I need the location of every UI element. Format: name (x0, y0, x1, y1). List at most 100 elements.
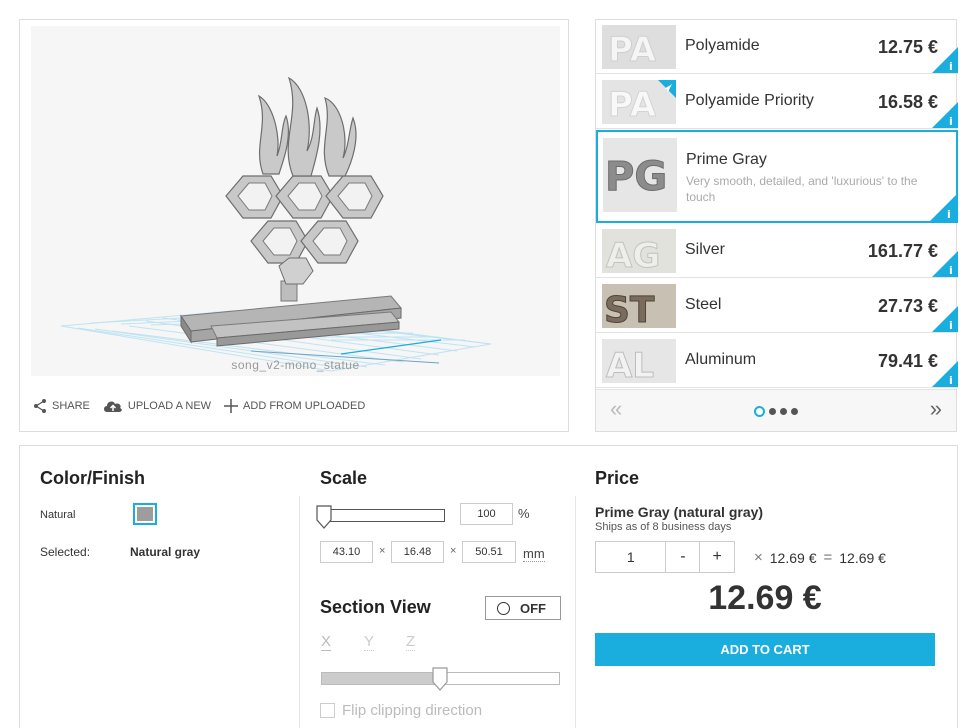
info-icon: i (932, 102, 958, 128)
material-item-silver[interactable]: AG Silver 161.77 € i (596, 224, 958, 278)
model-viewer-panel: song_v2-mono_statue SHARE UPLOAD A NEW A… (19, 19, 569, 432)
info-button[interactable]: i (932, 102, 958, 128)
svg-text:i: i (949, 264, 953, 277)
toggle-radio-icon (497, 601, 510, 615)
3d-viewport[interactable]: song_v2-mono_statue (31, 26, 560, 376)
unit-selector[interactable]: mm (523, 546, 545, 562)
material-name: Aluminum (685, 351, 757, 368)
toggle-label: OFF (520, 600, 546, 616)
material-price: 27.73 € (877, 296, 938, 316)
material-pager: « » (596, 389, 956, 431)
upload-new-label: UPLOAD A NEW (127, 400, 212, 412)
times-sign: × (754, 549, 763, 566)
svg-text:i: i (949, 60, 953, 73)
info-button[interactable]: i (932, 306, 958, 332)
prev-page-button[interactable]: « (610, 396, 622, 422)
viewer-actions: SHARE UPLOAD A NEW ADD FROM UPLOADED (32, 398, 377, 414)
quantity-input[interactable]: 1 (596, 542, 667, 572)
price-heading: Price (595, 468, 640, 488)
share-label: SHARE (52, 400, 90, 412)
axis-x-button[interactable]: X (321, 633, 332, 651)
statue-flames (257, 76, 357, 177)
add-from-uploaded-button[interactable]: ADD FROM UPLOADED (223, 398, 365, 414)
svg-text:AL: AL (606, 346, 654, 383)
model-render (60, 76, 492, 372)
scale-slider-handle[interactable] (316, 505, 332, 529)
decrease-quantity-button[interactable]: - (666, 542, 701, 572)
info-button[interactable]: i (932, 47, 958, 73)
increase-quantity-button[interactable]: + (700, 542, 734, 572)
info-button[interactable]: i (932, 361, 958, 387)
svg-text:i: i (949, 374, 953, 387)
times-sign: × (450, 545, 457, 557)
info-button[interactable]: i (932, 251, 958, 277)
column-divider (299, 496, 300, 728)
next-page-button[interactable]: » (930, 396, 942, 422)
material-price: 161.77 € (867, 241, 938, 261)
material-name: Polyamide (685, 37, 760, 54)
line-total: 12.69 € (839, 549, 886, 566)
page-dot-4[interactable] (791, 408, 798, 415)
axis-z-button[interactable]: Z (406, 633, 416, 651)
material-item-steel[interactable]: ST Steel 27.73 € i (596, 279, 958, 333)
page-dots (754, 406, 802, 417)
plus-icon (224, 399, 239, 413)
color-swatch-natural-gray[interactable] (133, 503, 157, 525)
price-calculation: × 12.69 € = 12.69 € (754, 549, 886, 566)
axis-y-button[interactable]: Y (364, 633, 375, 651)
page-dot-1[interactable] (754, 406, 765, 417)
svg-text:i: i (949, 319, 953, 332)
color-finish-heading: Color/Finish (40, 468, 145, 488)
section-view-heading: Section View (320, 597, 431, 617)
svg-text:ST: ST (604, 290, 655, 328)
scale-percent-input[interactable]: 100 (460, 503, 513, 525)
clipping-slider-handle[interactable] (432, 667, 448, 691)
add-to-cart-button[interactable]: ADD TO CART (595, 633, 935, 666)
material-price: 16.58 € (877, 92, 938, 112)
order-config-panel: Color/Finish Natural Selected: Natural g… (19, 445, 958, 728)
material-thumbnail: AG (602, 229, 676, 273)
selected-color-value: Natural gray (130, 545, 201, 559)
info-icon: i (932, 361, 958, 387)
material-list: PA Polyamide 12.75 € i PA Polyamide Prio… (595, 19, 958, 432)
page-dot-3[interactable] (780, 408, 787, 415)
svg-text:PA: PA (608, 85, 657, 124)
page-dot-2[interactable] (769, 408, 776, 415)
flip-clipping-checkbox[interactable] (320, 703, 335, 718)
material-item-aluminum[interactable]: AL Aluminum 79.41 € i (596, 334, 958, 388)
finish-option-label: Natural (40, 509, 76, 521)
total-price: 12.69 € (708, 579, 822, 617)
dimension-x-input[interactable]: 43.10 (320, 541, 373, 563)
statue-base (180, 280, 402, 347)
info-icon: i (932, 306, 958, 332)
material-item-polyamide[interactable]: PA Polyamide 12.75 € i (596, 20, 958, 74)
dimension-y-input[interactable]: 16.48 (391, 541, 444, 563)
info-icon: i (932, 47, 958, 73)
material-name: Prime Gray (686, 151, 767, 168)
info-button[interactable]: i (930, 195, 956, 221)
dimension-z-input[interactable]: 50.51 (462, 541, 516, 563)
svg-text:PA: PA (608, 30, 657, 69)
info-icon: i (930, 195, 956, 221)
section-view-toggle[interactable]: OFF (485, 596, 561, 620)
shipping-estimate: Ships as of 8 business days (595, 521, 732, 533)
material-name: Silver (685, 241, 726, 258)
material-name: Polyamide Priority (685, 92, 814, 109)
info-icon: i (932, 251, 958, 277)
share-icon (34, 399, 46, 413)
material-thumbnail: AL (602, 339, 676, 383)
material-thumbnail: PA (602, 80, 676, 124)
svg-text:i: i (947, 208, 951, 221)
column-divider (575, 496, 576, 728)
material-item-prime-gray[interactable]: PG Prime Gray Very smooth, detailed, and… (596, 130, 958, 223)
material-item-polyamide-priority[interactable]: PA Polyamide Priority 16.58 € i (596, 75, 958, 129)
upload-new-button[interactable]: UPLOAD A NEW (102, 398, 211, 414)
quantity-stepper: 1 - + (595, 541, 735, 573)
unit-price: 12.69 € (769, 549, 817, 566)
scale-slider-track[interactable] (321, 509, 445, 522)
material-price: 79.41 € (877, 351, 938, 371)
add-from-uploaded-label: ADD FROM UPLOADED (243, 400, 366, 412)
equals-sign: = (823, 549, 833, 566)
svg-text:AG: AG (606, 236, 660, 273)
share-button[interactable]: SHARE (32, 398, 90, 414)
